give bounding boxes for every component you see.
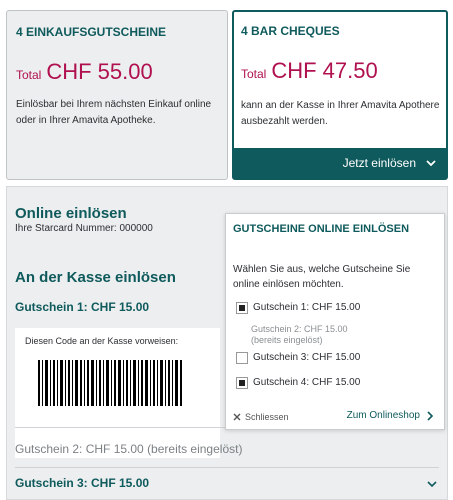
option-label: Gutschein 4: CHF 15.00 bbox=[253, 377, 361, 388]
bar-total: Total CHF 47.50 bbox=[241, 58, 378, 84]
close-label: Schliessen bbox=[245, 412, 289, 422]
bar-cheque-card: 4 BAR CHEQUES Total CHF 47.50 kann an der… bbox=[232, 10, 448, 180]
option-redeemed-note: (bereits eingelöst) bbox=[251, 335, 323, 345]
checkbox-checked-mark bbox=[239, 380, 245, 386]
total-amount: CHF 47.50 bbox=[271, 58, 378, 83]
barcode-panel: Diesen Code an der Kasse vorweisen: bbox=[15, 328, 220, 458]
voucher-total: Total CHF 55.00 bbox=[16, 59, 153, 85]
code-instruction: Diesen Code an der Kasse vorweisen: bbox=[25, 336, 179, 346]
bar-card-title: 4 BAR CHEQUES bbox=[241, 24, 340, 38]
dialog-description: Wählen Sie aus, welche Gutscheine Sie on… bbox=[233, 264, 411, 290]
option-voucher-1[interactable]: Gutschein 1: CHF 15.00 bbox=[236, 302, 360, 314]
checkbox-checked-mark bbox=[239, 305, 245, 311]
dialog-title: GUTSCHEINE ONLINE EINLÖSEN bbox=[233, 223, 410, 235]
checkbox-voucher-1[interactable] bbox=[236, 302, 248, 314]
total-label: Total bbox=[16, 68, 42, 82]
voucher-card: 4 EINKAUFSGUTSCHEINE Total CHF 55.00 Einl… bbox=[6, 10, 228, 180]
chevron-down-icon[interactable] bbox=[427, 479, 437, 489]
close-dialog-button[interactable]: Schliessen bbox=[233, 412, 289, 422]
redeem-now-label: Jetzt einlösen bbox=[342, 156, 416, 170]
option-label: Gutschein 2: CHF 15.00 bbox=[251, 324, 348, 334]
voucher-card-description: Einlösbar bei Ihrem nächsten Einkauf onl… bbox=[16, 99, 212, 126]
divider bbox=[15, 467, 439, 468]
voucher-card-title: 4 EINKAUFSGUTSCHEINE bbox=[16, 25, 167, 39]
chevron-right-icon bbox=[427, 410, 434, 421]
option-label: Gutschein 3: CHF 15.00 bbox=[253, 352, 361, 363]
voucher-3-toggle[interactable]: Gutschein 3: CHF 15.00 bbox=[15, 476, 149, 490]
voucher-1-toggle[interactable]: Gutschein 1: CHF 15.00 bbox=[15, 300, 149, 314]
redeem-now-button[interactable]: Jetzt einlösen bbox=[234, 148, 446, 178]
barcode-image bbox=[34, 360, 185, 406]
checkbox-voucher-4[interactable] bbox=[236, 377, 248, 389]
shop-link-label: Zum Onlineshop bbox=[346, 410, 420, 421]
go-to-shop-link[interactable]: Zum Onlineshop bbox=[347, 410, 434, 421]
voucher-2-toggle[interactable]: Gutschein 2: CHF 15.00 (bereits eingelös… bbox=[15, 442, 242, 456]
checkbox-voucher-3[interactable] bbox=[236, 352, 248, 364]
bar-card-description: kann an der Kasse in Ihrer Amavita Apoth… bbox=[241, 100, 440, 127]
option-voucher-2-disabled: Gutschein 2: CHF 15.00 (bereits eingelös… bbox=[251, 324, 348, 346]
total-amount: CHF 55.00 bbox=[46, 59, 153, 84]
starcard-number: Ihre Starcard Nummer: 000000 bbox=[15, 223, 153, 234]
online-redeem-title: Online einlösen bbox=[15, 205, 127, 222]
online-redeem-dialog: GUTSCHEINE ONLINE EINLÖSEN Wählen Sie au… bbox=[225, 213, 445, 430]
option-voucher-3[interactable]: Gutschein 3: CHF 15.00 bbox=[236, 352, 360, 364]
option-label: Gutschein 1: CHF 15.00 bbox=[253, 302, 361, 313]
chevron-down-icon bbox=[426, 160, 436, 167]
option-voucher-4[interactable]: Gutschein 4: CHF 15.00 bbox=[236, 377, 360, 389]
store-redeem-title: An der Kasse einlösen bbox=[15, 269, 176, 286]
total-label: Total bbox=[241, 67, 267, 81]
close-icon bbox=[233, 413, 241, 421]
